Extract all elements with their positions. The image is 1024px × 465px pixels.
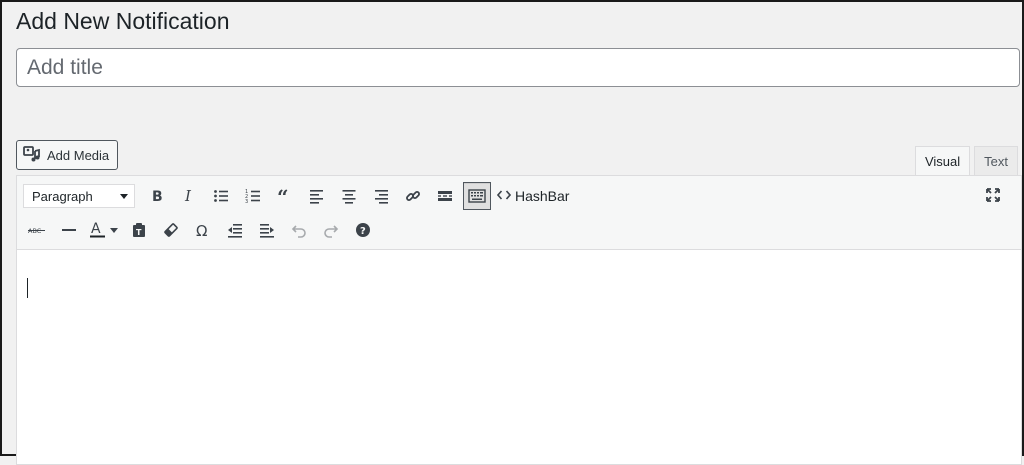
read-more-icon[interactable]	[431, 182, 459, 210]
editor: Paragraph B I 123 “ HashBar A T Ω ?	[16, 175, 1022, 465]
horizontal-line-icon[interactable]	[55, 216, 83, 244]
page-title: Add New Notification	[16, 8, 230, 34]
svg-text:I: I	[184, 188, 192, 204]
toolbar-row-2: ABC A T Ω	[23, 215, 381, 245]
undo-icon[interactable]	[285, 216, 313, 244]
italic-icon[interactable]: I	[175, 182, 203, 210]
svg-text:T: T	[136, 228, 142, 237]
special-character-icon[interactable]: Ω	[189, 216, 217, 244]
add-media-button[interactable]: Add Media	[16, 140, 119, 170]
redo-icon[interactable]	[317, 216, 345, 244]
chevron-down-icon	[120, 193, 128, 199]
svg-text:A: A	[91, 221, 101, 237]
tab-visual[interactable]: Visual	[914, 146, 971, 176]
indent-icon[interactable]	[253, 216, 281, 244]
bullet-list-icon[interactable]	[207, 182, 235, 210]
hashbar-button[interactable]: HashBar	[496, 182, 570, 210]
strikethrough-icon[interactable]: ABC	[23, 216, 51, 244]
outdent-icon[interactable]	[221, 216, 249, 244]
hashbar-label: HashBar	[515, 188, 570, 204]
align-right-icon[interactable]	[367, 182, 395, 210]
editor-content-area[interactable]	[17, 250, 1021, 464]
text-color-icon[interactable]: A	[87, 216, 121, 244]
toolbar-row-1: Paragraph B I 123 “ HashBar	[23, 181, 569, 211]
editor-tabs: Visual Text	[914, 146, 1018, 176]
editor-toolbar: Paragraph B I 123 “ HashBar A T Ω ?	[17, 176, 1021, 250]
svg-text:B: B	[152, 189, 163, 204]
numbered-list-icon[interactable]: 123	[239, 182, 267, 210]
media-icon	[23, 145, 41, 166]
svg-text:Ω: Ω	[196, 222, 207, 238]
bold-icon[interactable]: B	[143, 182, 171, 210]
code-icon	[496, 188, 512, 204]
add-media-label: Add Media	[47, 147, 110, 163]
paste-as-text-icon[interactable]: T	[125, 216, 153, 244]
format-select-value: Paragraph	[32, 188, 93, 204]
align-left-icon[interactable]	[303, 182, 331, 210]
svg-text:3: 3	[245, 199, 248, 204]
help-icon[interactable]: ?	[349, 216, 377, 244]
clear-formatting-icon[interactable]	[157, 216, 185, 244]
format-select[interactable]: Paragraph	[23, 184, 135, 208]
text-cursor	[27, 278, 28, 298]
link-icon[interactable]	[399, 182, 427, 210]
svg-text:?: ?	[360, 226, 366, 237]
fullscreen-icon[interactable]	[979, 181, 1007, 209]
blockquote-icon[interactable]: “	[271, 182, 299, 210]
title-input[interactable]	[16, 48, 1020, 87]
toolbar-toggle-icon[interactable]	[463, 182, 491, 210]
svg-text:“: “	[277, 188, 289, 204]
tab-text[interactable]: Text	[974, 146, 1018, 175]
align-center-icon[interactable]	[335, 182, 363, 210]
